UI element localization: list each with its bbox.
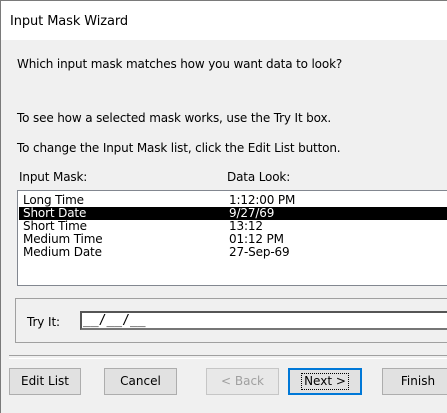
try-it-group: Try It:	[15, 298, 447, 343]
list-item-look: 9/27/69	[229, 206, 275, 220]
try-it-label: Try It:	[27, 315, 61, 329]
back-button[interactable]: < Back	[206, 368, 279, 395]
list-item-mask: Medium Date	[23, 245, 102, 259]
prompt-text: Which input mask matches how you want da…	[17, 57, 343, 71]
list-item-mask: Long Time	[23, 193, 84, 207]
footer-separator	[9, 355, 447, 359]
window-title: Input Mask Wizard	[10, 14, 129, 29]
hint-edit-list-text: To change the Input Mask list, click the…	[17, 141, 341, 155]
list-item-mask: Short Time	[23, 219, 87, 233]
next-button-label: Next >	[304, 374, 346, 388]
list-item-mask: Short Date	[23, 206, 87, 220]
try-it-input[interactable]	[80, 311, 447, 330]
list-item-look: 01:12 PM	[229, 232, 284, 246]
cancel-button[interactable]: Cancel	[104, 368, 177, 395]
finish-button[interactable]: Finish	[382, 368, 447, 395]
next-button[interactable]: Next >	[288, 368, 362, 395]
column-header-data-look: Data Look:	[227, 170, 291, 184]
window-border-left	[0, 0, 1, 413]
input-mask-list[interactable]: Long Time 1:12:00 PM Short Date 9/27/69 …	[17, 190, 447, 286]
list-item-look: 13:12	[229, 219, 263, 233]
list-item-mask: Medium Time	[23, 232, 103, 246]
column-header-input-mask: Input Mask:	[19, 170, 88, 184]
list-item-look: 1:12:00 PM	[229, 193, 296, 207]
list-item-look: 27-Sep-69	[229, 245, 290, 259]
title-bar[interactable]: Input Mask Wizard	[1, 1, 447, 40]
hint-try-it-text: To see how a selected mask works, use th…	[17, 111, 332, 125]
list-item[interactable]: Medium Date 27-Sep-69	[19, 245, 447, 259]
edit-list-button[interactable]: Edit List	[9, 368, 81, 395]
